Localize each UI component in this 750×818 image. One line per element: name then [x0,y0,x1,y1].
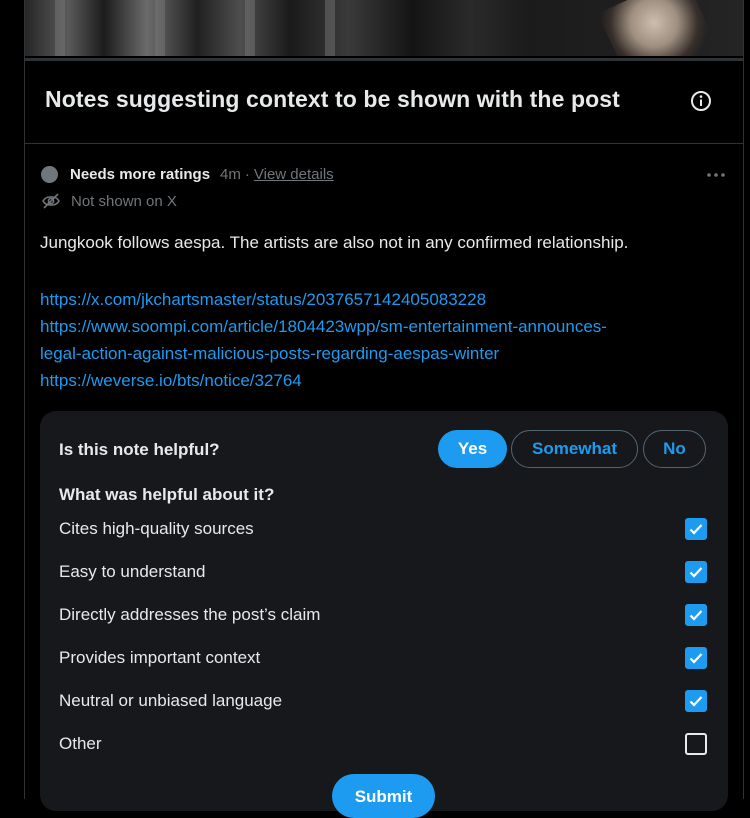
post-media-image[interactable] [25,0,743,56]
option-label: Easy to understand [59,562,206,581]
option-label: Other [59,734,102,753]
rating-panel: Is this note helpful? Yes Somewhat No Wh… [40,411,728,818]
checkmark-icon [689,567,703,578]
divider [25,58,743,61]
somewhat-button[interactable]: Somewhat [511,430,638,468]
checkbox[interactable] [685,647,707,669]
option-row[interactable]: Provides important context [59,643,707,673]
checkbox[interactable] [685,690,707,712]
submit-button[interactable]: Submit [332,774,435,818]
option-label: Neutral or unbiased language [59,691,283,710]
visibility-label: Not shown on X [71,192,177,210]
option-row[interactable]: Neutral or unbiased language [59,686,707,716]
note-link[interactable]: https://x.com/jkchartsmaster/status/2037… [40,286,720,313]
note-link[interactable]: legal-action-against-malicious-posts-reg… [40,340,720,367]
no-button[interactable]: No [643,430,706,468]
option-row[interactable]: Easy to understand [59,557,707,587]
notes-column: Notes suggesting context to be shown wit… [24,0,744,818]
note-body: Jungkook follows aespa. The artists are … [40,233,629,252]
checkmark-icon [689,524,703,535]
note-time: 4m [220,166,241,183]
dot-separator: · [244,166,250,183]
info-circle-icon[interactable] [689,89,713,113]
note-status-row: Needs more ratings 4m · View details [41,166,334,183]
checkbox[interactable] [685,561,707,583]
checkmark-icon [689,696,703,707]
checkbox[interactable] [685,604,707,626]
checkmark-icon [689,653,703,664]
section-title: Notes suggesting context to be shown wit… [45,86,620,112]
helpful-question: Is this note helpful? [59,440,220,459]
divider [25,143,743,144]
note-links: https://x.com/jkchartsmaster/status/2037… [40,286,720,394]
note-link[interactable]: https://www.soompi.com/article/1804423wp… [40,313,720,340]
option-row[interactable]: Cites high-quality sources [59,514,707,544]
note-status: Needs more ratings [70,166,211,183]
checkbox[interactable] [685,518,707,540]
option-row[interactable]: Directly addresses the post’s claim [59,600,707,630]
yes-button[interactable]: Yes [438,430,507,468]
option-label: Provides important context [59,648,261,667]
checkmark-icon [689,610,703,621]
option-row[interactable]: Other [59,729,707,759]
view-details-link[interactable]: View details [254,166,334,183]
helpful-subquestion: What was helpful about it? [59,485,275,504]
note-link[interactable]: https://weverse.io/bts/notice/32764 [40,367,720,394]
status-dot-icon [41,166,58,183]
option-label: Cites high-quality sources [59,519,254,538]
more-horizontal-icon[interactable] [705,165,727,185]
option-label: Directly addresses the post’s claim [59,605,321,624]
visibility-row: Not shown on X [41,192,177,210]
eye-slash-icon [42,193,60,209]
checkbox[interactable] [685,733,707,755]
